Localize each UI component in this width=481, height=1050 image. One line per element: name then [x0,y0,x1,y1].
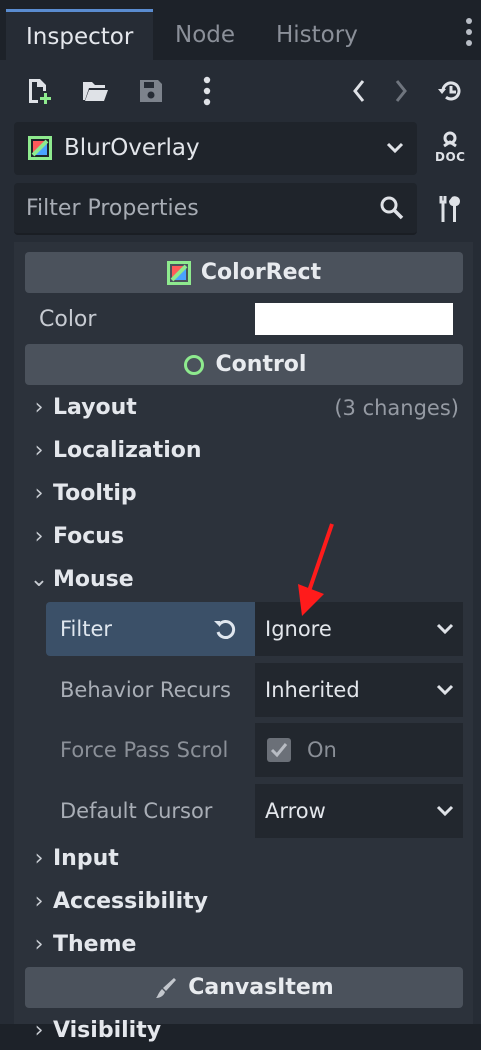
force-pass-checkbox-field[interactable]: On [255,723,463,777]
section-label: Accessibility [53,889,208,914]
chevron-right-icon: › [34,438,44,463]
section-tooltip[interactable]: › Tooltip [25,475,465,513]
section-accessibility[interactable]: › Accessibility [25,883,465,921]
chevron-down-icon [435,618,455,644]
tab-node[interactable]: Node [155,10,255,60]
filter-dropdown[interactable]: Ignore [255,602,463,656]
section-visibility[interactable]: › Visibility [25,1012,465,1050]
tab-inspector[interactable]: Inspector [6,9,154,62]
section-label: Visibility [53,1018,162,1043]
dropdown-value: Inherited [265,678,360,702]
chevron-right-icon: › [34,395,44,420]
section-layout[interactable]: › Layout (3 changes) [25,389,465,427]
section-focus[interactable]: › Focus [25,518,465,556]
category-label: CanvasItem [188,975,334,1000]
prop-label: Default Cursor [60,799,213,823]
filter-properties-input[interactable]: Filter Properties [14,183,417,235]
new-resource-icon[interactable] [24,76,54,106]
forward-chevron-icon[interactable] [386,76,416,106]
revert-icon[interactable] [212,616,238,646]
tab-menu-icon[interactable] [465,18,473,48]
doc-label: DOC [435,150,466,164]
prop-label: Filter [60,617,113,641]
color-picker-button[interactable] [255,303,453,335]
colorrect-node-icon [28,136,52,164]
chevron-right-icon: › [34,846,44,871]
history-icon[interactable] [434,76,464,106]
brush-icon [154,976,178,1000]
filter-placeholder: Filter Properties [26,196,199,221]
section-mouse[interactable]: ⌄ Mouse [25,561,465,599]
tab-history[interactable]: History [256,10,378,60]
prop-force-pass-scroll[interactable]: Force Pass Scrol On [46,723,463,777]
chevron-down-icon [385,135,405,165]
search-icon [379,195,405,225]
section-label: Input [53,846,119,871]
section-label: Focus [53,524,125,549]
section-label: Localization [53,438,202,463]
annotation-arrow-icon [298,523,334,616]
open-folder-icon[interactable] [80,76,110,106]
doc-button[interactable]: DOC [432,130,468,168]
dock-tab-bar: Inspector Node History [0,0,481,62]
prop-mouse-filter[interactable]: Filter Ignore [46,602,463,656]
colorrect-icon [166,260,191,285]
prop-default-cursor[interactable]: Default Cursor Arrow [46,784,463,838]
category-label: ColorRect [200,260,322,285]
back-chevron-icon[interactable] [344,76,374,106]
object-name: BlurOverlay [64,135,200,161]
changes-count: (3 changes) [334,396,459,420]
section-theme[interactable]: › Theme [25,926,465,964]
checkbox-checked-icon[interactable] [267,738,291,762]
chevron-right-icon: › [34,932,44,957]
checkbox-value: On [307,738,337,762]
category-label: Control [215,352,307,377]
behavior-dropdown[interactable]: Inherited [255,663,463,717]
section-label: Tooltip [53,481,137,506]
chevron-right-icon: › [34,889,44,914]
chevron-down-icon [435,679,455,705]
save-icon[interactable] [136,76,166,106]
section-label: Layout [53,395,137,420]
chevron-right-icon: › [34,524,44,549]
category-control[interactable]: Control [25,344,463,385]
color-label: Color [39,307,97,332]
cursor-dropdown[interactable]: Arrow [255,784,463,838]
object-selector[interactable]: BlurOverlay [14,122,417,175]
chevron-down-icon [435,800,455,826]
prop-behavior-recursive[interactable]: Behavior Recurs Inherited [46,663,463,717]
tools-icon[interactable] [436,194,464,224]
chevron-down-icon: ⌄ [29,567,49,592]
section-label: Theme [53,932,137,957]
prop-label: Force Pass Scrol [60,738,229,762]
section-localization[interactable]: › Localization [25,432,465,470]
section-label: Mouse [53,567,134,592]
category-canvasitem[interactable]: CanvasItem [25,967,463,1008]
more-vertical-icon[interactable] [192,76,222,106]
control-icon [182,353,206,377]
category-colorrect[interactable]: ColorRect [25,252,463,293]
chevron-right-icon: › [34,1018,44,1043]
chevron-right-icon: › [34,481,44,506]
dropdown-value: Arrow [265,799,326,823]
prop-label: Behavior Recurs [60,678,231,702]
section-input[interactable]: › Input [25,840,465,878]
